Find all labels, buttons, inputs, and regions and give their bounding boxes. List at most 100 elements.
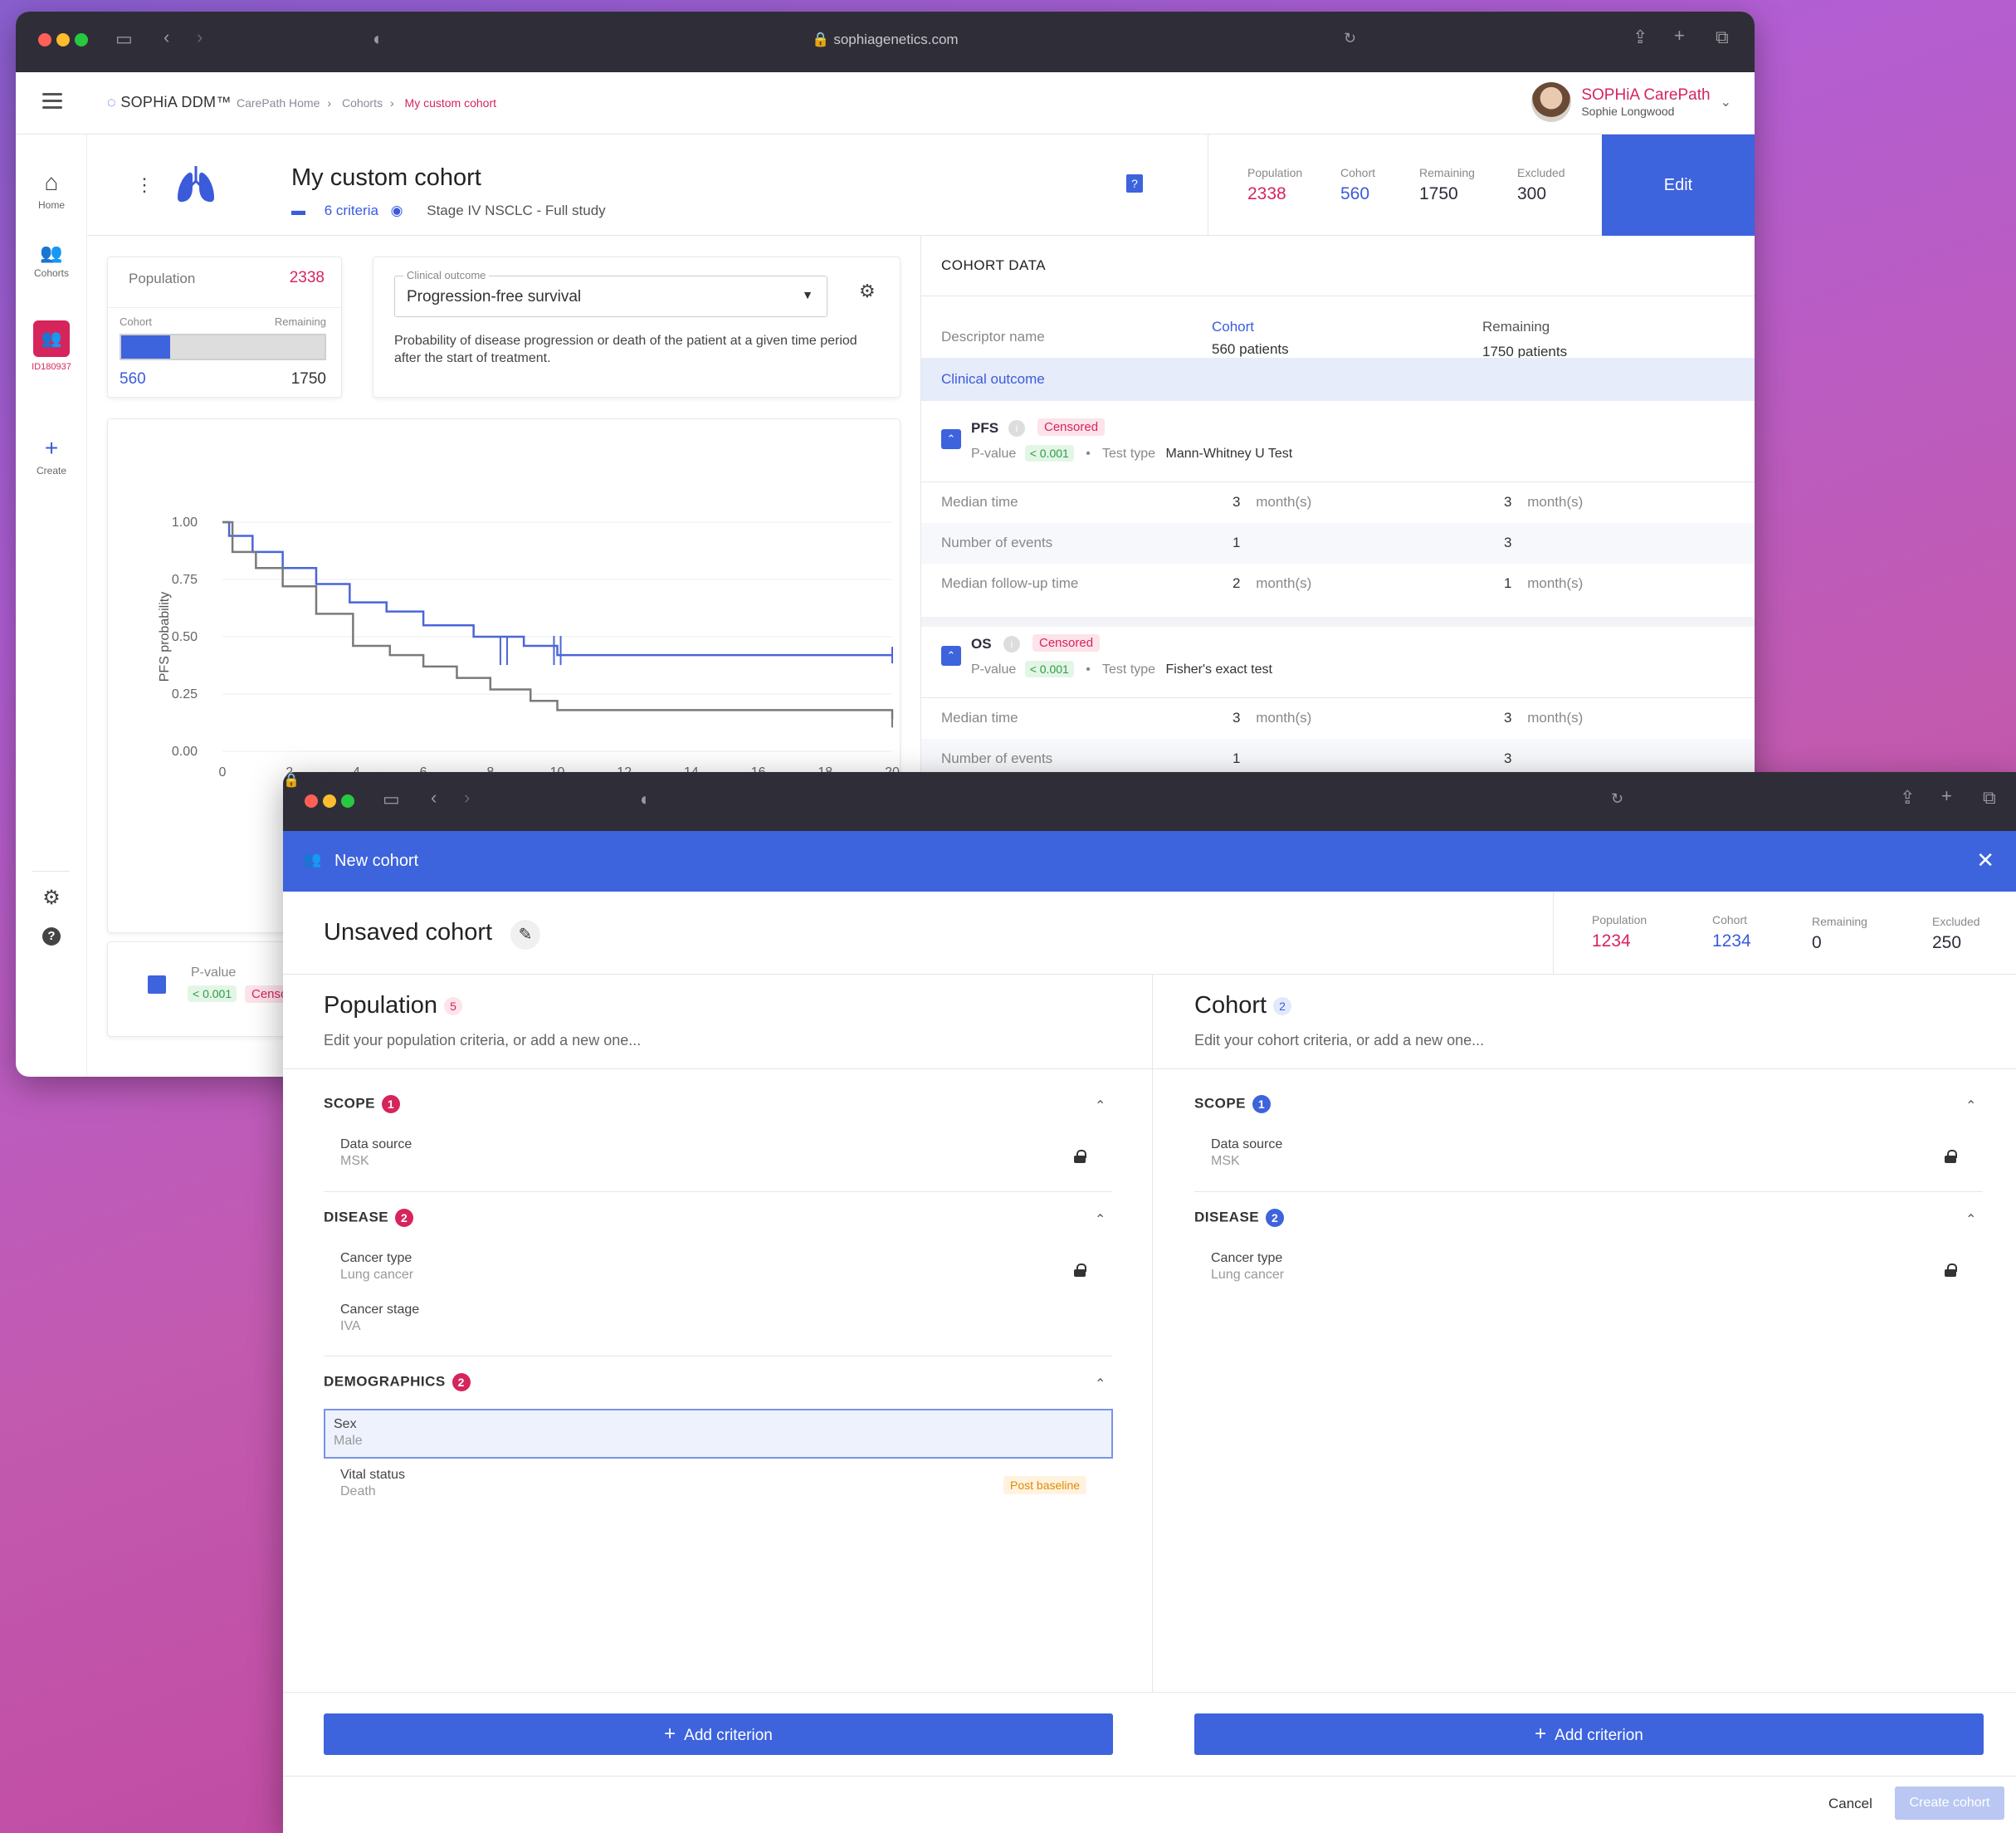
population-scope-group[interactable]: SCOPE 1	[324, 1095, 401, 1113]
test-type-value: Fisher's exact test	[1165, 662, 1272, 677]
share-icon[interactable]: ⇪	[1900, 787, 1915, 809]
comment-icon[interactable]: ▬	[291, 203, 305, 218]
test-type-value: Mann-Whitney U Test	[1165, 447, 1293, 461]
sidebar-item-create[interactable]: + Create	[16, 435, 87, 477]
criterion-cancer-stage[interactable]: Cancer stage IVA	[340, 1303, 419, 1334]
breadcrumb-carepath-home[interactable]: CarePath Home	[237, 96, 320, 110]
hamburger-menu-icon[interactable]	[42, 93, 62, 109]
criterion-data-source[interactable]: Data source MSK	[340, 1137, 412, 1169]
sidebar-item-home[interactable]: ⌂ Home	[16, 169, 87, 211]
more-options-icon[interactable]: ⋮	[135, 174, 154, 196]
criterion-data-source[interactable]: Data source MSK	[1211, 1137, 1282, 1169]
new-tab-icon[interactable]: +	[1941, 785, 1952, 807]
metric-unit: month(s)	[1256, 575, 1312, 591]
metric-number: 3	[1504, 535, 1512, 550]
col-remaining: Remaining	[1482, 319, 1550, 335]
close-window-button[interactable]	[305, 794, 318, 808]
filter-settings-icon[interactable]: ⚙	[859, 281, 876, 302]
pvalue-label: P-value	[971, 447, 1017, 461]
info-icon[interactable]: i	[1008, 420, 1025, 437]
brand-logo[interactable]: ◌ SOPHiA DDM™	[107, 94, 232, 111]
criterion-cancer-type[interactable]: Cancer type Lung cancer	[340, 1251, 413, 1283]
pvalue-label: P-value	[191, 965, 237, 980]
stat-value: 1750	[1419, 184, 1458, 203]
group-count: 1	[1252, 1095, 1272, 1113]
address-bar[interactable]: 🔒 sophiagenetics.com	[283, 772, 2016, 789]
cohort-subtitle: Edit your cohort criteria, or add a new …	[1194, 1032, 1485, 1048]
tabs-overview-icon[interactable]: ⧉	[1983, 787, 1996, 809]
info-icon[interactable]: i	[1003, 636, 1020, 653]
metric-cohort-value: 1	[1233, 535, 1252, 551]
metric-cohort-value: 2 month(s)	[1233, 575, 1311, 592]
user-menu[interactable]: SOPHiA CarePath Sophie Longwood ⌄	[1531, 82, 1731, 122]
criterion-cancer-type[interactable]: Cancer type Lung cancer	[1211, 1251, 1284, 1283]
new-tab-icon[interactable]: +	[1674, 25, 1685, 46]
help-badge-icon[interactable]: ?	[1126, 174, 1143, 193]
clinical-outcome-select[interactable]: Clinical outcome Progression-free surviv…	[394, 269, 827, 317]
y-tick-label: 0.50	[172, 630, 198, 644]
cohort-title: Cohort	[1194, 992, 1267, 1019]
group-count: 2	[1266, 1209, 1285, 1227]
sidebar-item-active-cohort[interactable]: 👥 ID180937	[16, 320, 87, 372]
stat-excluded: Excluded 300	[1517, 134, 1610, 236]
cohort-scope-group[interactable]: SCOPE 1	[1194, 1095, 1272, 1113]
patients-label: patients	[1239, 341, 1289, 357]
minimize-window-button[interactable]	[323, 794, 336, 808]
eye-icon[interactable]: ◉	[391, 203, 403, 218]
sidebar-item-cohorts[interactable]: 👥 Cohorts	[16, 242, 87, 279]
chevron-up-icon[interactable]: ⌃	[941, 429, 961, 449]
criterion-sex-selected[interactable]: Sex Male	[324, 1409, 1113, 1459]
population-disease-group[interactable]: DISEASE 2	[324, 1209, 414, 1227]
outcome-description: Probability of disease progression or de…	[394, 334, 857, 365]
user-app-name: SOPHiA CarePath	[1581, 86, 1711, 104]
chevron-up-icon[interactable]: ⌃	[1095, 1097, 1106, 1114]
cohort-progress-bar	[120, 334, 326, 360]
criterion-name: Vital status	[340, 1468, 405, 1482]
lungs-icon	[173, 163, 218, 208]
add-population-criterion-button[interactable]: + Add criterion	[324, 1713, 1113, 1755]
stat-cohort: Cohort 560	[1340, 134, 1419, 236]
clinical-outcome-card: Clinical outcome Progression-free surviv…	[373, 257, 901, 398]
cohorts-icon: 👥	[303, 851, 322, 868]
chevron-up-icon[interactable]: ⌃	[1095, 1376, 1106, 1392]
zoom-window-button[interactable]	[341, 794, 354, 808]
address-bar[interactable]: 🔒 sophiagenetics.com	[16, 32, 1755, 48]
cohort-disease-group[interactable]: DISEASE 2	[1194, 1209, 1285, 1227]
modal-header: 👥 New cohort ✕	[283, 831, 2016, 892]
clinical-outcome-section: Clinical outcome	[921, 358, 1755, 401]
reload-icon[interactable]: ↻	[1344, 30, 1356, 47]
help-icon[interactable]: ?	[16, 927, 87, 946]
chevron-up-icon[interactable]: ⌃	[1965, 1211, 1976, 1228]
criterion-vital-status[interactable]: Vital status Death	[340, 1468, 405, 1499]
app-topbar: ◌ SOPHiA DDM™ CarePath Home › Cohorts › My…	[16, 72, 1755, 134]
stat-label: Cohort	[1340, 166, 1376, 179]
cohorts-icon: 👥	[40, 242, 63, 263]
criteria-link[interactable]: 6 criteria	[325, 203, 378, 218]
edit-button[interactable]: Edit	[1602, 134, 1755, 236]
forward-icon[interactable]: ›	[464, 787, 470, 809]
settings-icon[interactable]: ⚙	[16, 886, 87, 910]
chevron-up-icon[interactable]: ⌃	[1965, 1097, 1976, 1114]
chevron-up-icon[interactable]: ⌃	[1095, 1211, 1106, 1228]
create-cohort-button[interactable]: Create cohort	[1895, 1787, 2004, 1820]
add-cohort-criterion-button[interactable]: + Add criterion	[1194, 1713, 1984, 1755]
breadcrumb-cohorts[interactable]: Cohorts	[342, 96, 383, 110]
chevron-up-icon[interactable]: ⌃	[941, 646, 961, 666]
back-icon[interactable]: ‹	[431, 787, 437, 809]
reload-icon[interactable]: ↻	[1611, 790, 1623, 808]
edit-pencil-icon[interactable]: ✎	[510, 920, 540, 950]
cohort-name: Unsaved cohort	[324, 919, 493, 946]
close-icon[interactable]: ✕	[1976, 848, 1994, 873]
cancel-button[interactable]: Cancel	[1828, 1796, 1872, 1812]
stat-remaining: Remaining 1750	[1419, 134, 1517, 236]
brand-text: SOPHiA DDM™	[120, 94, 232, 110]
sidebar-toggle-icon[interactable]: ▭	[383, 789, 400, 810]
cohort-header: ⋮ My custom cohort ▬ 6 criteria ◉ Stage …	[87, 134, 1755, 236]
share-icon[interactable]: ⇪	[1633, 27, 1647, 48]
cohort-subtitle: ▬ 6 criteria ◉ Stage IV NSCLC - Full stu…	[291, 203, 606, 219]
population-demographics-group[interactable]: DEMOGRAPHICS 2	[324, 1373, 471, 1391]
pvalue-badge: < 0.001	[188, 985, 237, 1002]
tabs-overview-icon[interactable]: ⧉	[1716, 27, 1729, 48]
cohort-name-bar: Unsaved cohort ✎ Population 1234 Cohort 12…	[283, 892, 2016, 975]
metric-remaining-value: 1 month(s)	[1504, 575, 1583, 592]
